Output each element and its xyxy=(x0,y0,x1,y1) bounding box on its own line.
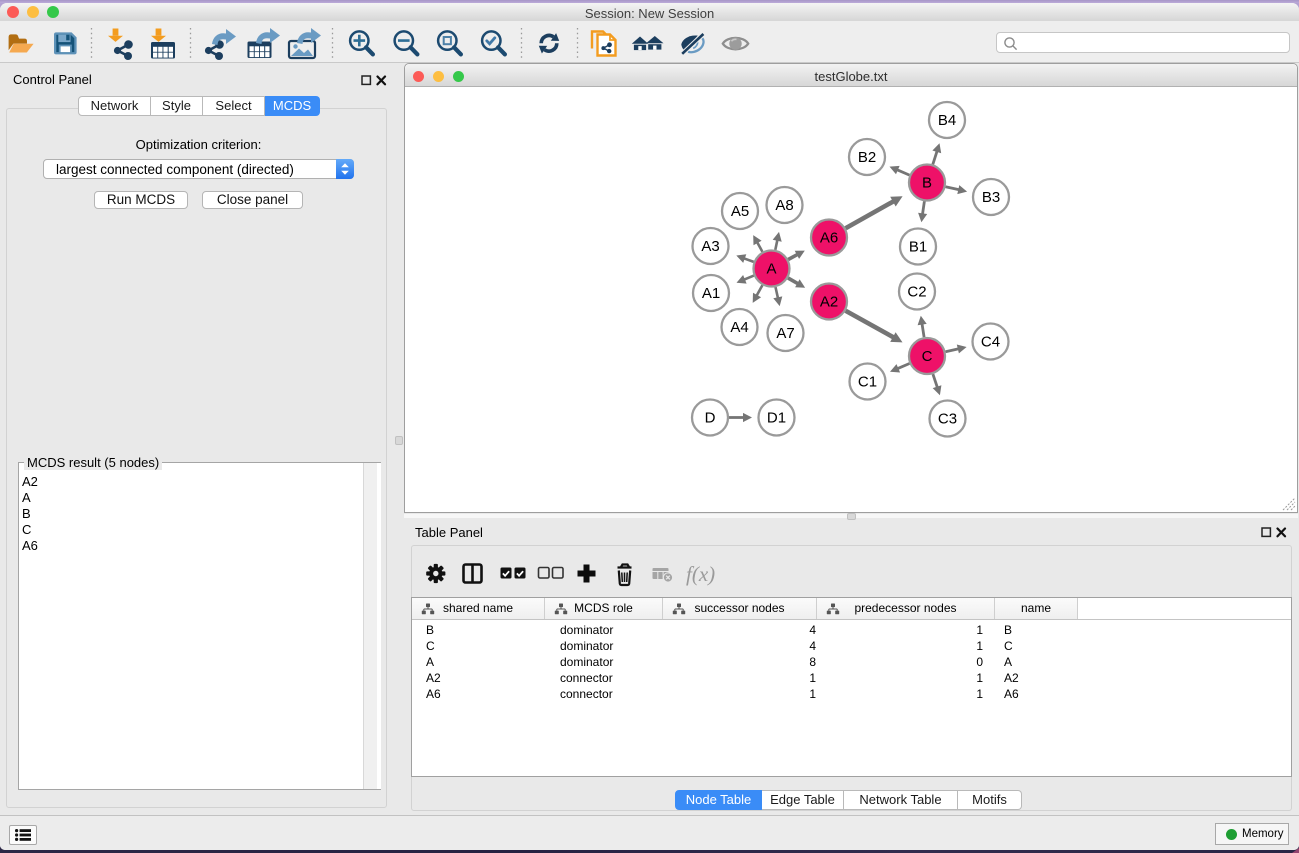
svg-text:A6: A6 xyxy=(820,230,838,247)
svg-text:C3: C3 xyxy=(938,411,957,428)
svg-text:A3: A3 xyxy=(701,238,719,255)
svg-text:C: C xyxy=(922,348,933,365)
svg-text:A4: A4 xyxy=(730,319,748,336)
svg-text:C1: C1 xyxy=(858,374,877,391)
svg-text:f(x): f(x) xyxy=(686,562,715,586)
svg-text:B3: B3 xyxy=(982,189,1000,206)
svg-text:A: A xyxy=(766,261,776,278)
svg-text:B: B xyxy=(922,175,932,192)
svg-text:B1: B1 xyxy=(909,239,927,256)
svg-text:B2: B2 xyxy=(858,149,876,166)
svg-text:A7: A7 xyxy=(776,325,794,342)
svg-text:D1: D1 xyxy=(767,410,786,427)
svg-text:A2: A2 xyxy=(820,294,838,311)
svg-text:B4: B4 xyxy=(938,112,956,129)
svg-text:A1: A1 xyxy=(702,285,720,302)
svg-text:A8: A8 xyxy=(775,197,793,214)
svg-text:C2: C2 xyxy=(907,284,926,301)
svg-text:C4: C4 xyxy=(981,334,1000,351)
svg-text:D: D xyxy=(705,410,716,427)
svg-text:A5: A5 xyxy=(731,203,749,220)
